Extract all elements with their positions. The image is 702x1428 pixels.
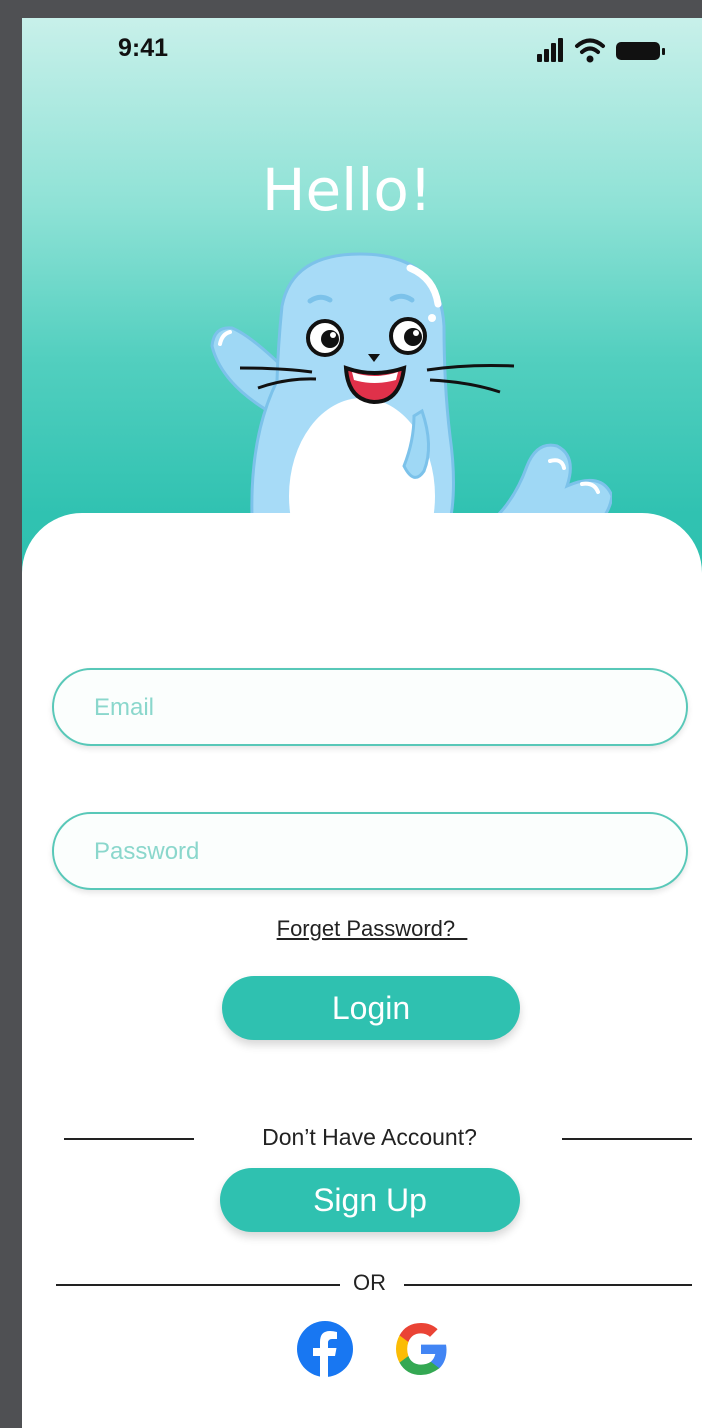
login-button[interactable]: Login — [222, 976, 520, 1040]
phone-screen: 9:41 Hello! Email Forget Password? Login… — [22, 18, 702, 1428]
facebook-icon[interactable] — [296, 1320, 354, 1378]
email-input[interactable] — [92, 670, 656, 746]
password-field[interactable] — [52, 812, 688, 890]
divider-right — [562, 1138, 692, 1140]
status-bar: 9:41 — [22, 18, 702, 88]
greeting-title: Hello! — [261, 156, 433, 224]
password-input[interactable] — [92, 814, 656, 890]
status-icons — [537, 38, 665, 63]
battery-icon — [616, 42, 665, 60]
sign-up-button[interactable]: Sign Up — [220, 1168, 520, 1232]
email-field[interactable] — [52, 668, 688, 746]
forget-password-link[interactable]: Forget Password? — [22, 916, 702, 942]
status-time: 9:41 — [118, 34, 169, 62]
or-divider-right — [404, 1284, 692, 1286]
wifi-icon — [575, 38, 605, 63]
or-label: OR — [353, 1270, 386, 1295]
cellular-signal-icon — [537, 38, 563, 62]
google-icon[interactable] — [392, 1320, 450, 1378]
